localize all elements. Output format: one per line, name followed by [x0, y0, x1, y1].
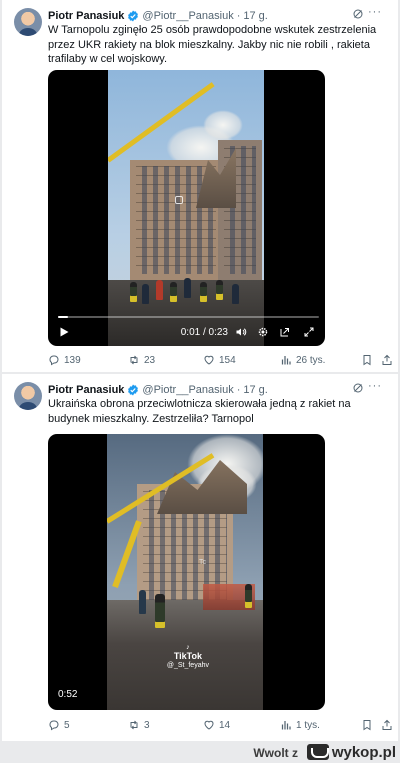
play-icon[interactable] [58, 326, 70, 338]
tweet-header: Piotr Panasiuk @Piotr__Panasiuk · 17 g. … [48, 6, 388, 24]
tiktok-brand: TikTok [173, 651, 203, 661]
bookmark-icon [363, 720, 371, 731]
tweet-text: W Tarnopolu zginęło 25 osób prawdopodobn… [48, 24, 377, 65]
share-button[interactable] [381, 354, 393, 366]
video-duration: 0:52 [58, 689, 78, 700]
heart-icon [204, 355, 214, 365]
wykop-site-name: wykop.pl [331, 743, 396, 761]
video-frame: Tc ♪ TikTok @_St_feyahv [107, 434, 263, 710]
tweet-text: Ukraińska obrona przeciwlotnicza skierow… [48, 398, 351, 425]
video-frame [108, 70, 264, 346]
tweet-header: Piotr Panasiuk @Piotr__Panasiuk · 17 g. … [48, 380, 388, 398]
tweet-actions: 5 3 14 1 tys. [48, 719, 392, 735]
bookmark-icon [363, 355, 371, 366]
views-chart-icon [281, 356, 291, 365]
views-button[interactable]: 1 tys. [280, 719, 320, 731]
username-text: Wwolt [253, 746, 289, 760]
video-player[interactable]: Tc ♪ TikTok @_St_feyahv 0:52 [48, 434, 325, 710]
tweet-2[interactable]: Piotr Panasiuk @Piotr__Panasiuk · 17 g. … [2, 374, 398, 741]
uploader-username: Wwolt z [253, 746, 298, 760]
timestamp[interactable]: 17 g. [243, 384, 267, 396]
like-button[interactable]: 14 [203, 719, 230, 731]
reply-button[interactable]: 139 [48, 354, 81, 366]
bookmark-button[interactable] [361, 354, 373, 366]
video-progress-bar[interactable] [58, 316, 319, 318]
more-options-icon[interactable]: ··· [368, 6, 382, 18]
wykop-logo[interactable]: wykop.pl [306, 743, 396, 761]
reply-count: 5 [64, 719, 70, 731]
repost-button[interactable]: 23 [128, 354, 155, 366]
views-chart-icon [281, 721, 291, 730]
tiktok-watermark: ♪ TikTok @_St_feyahv [167, 644, 209, 670]
timestamp[interactable]: 17 g. [243, 10, 267, 22]
avatar[interactable] [14, 382, 42, 410]
separator-dot: · [236, 384, 241, 396]
tweet-1[interactable]: Piotr Panasiuk @Piotr__Panasiuk · 17 g. … [2, 0, 398, 372]
repost-icon [130, 720, 138, 730]
share-icon [382, 719, 392, 730]
heart-icon [204, 720, 214, 730]
views-count: 26 tys. [296, 354, 326, 366]
author-name[interactable]: Piotr Panasiuk [48, 384, 124, 396]
author-handle[interactable]: @Piotr__Panasiuk [142, 384, 233, 396]
settings-gear-icon[interactable] [257, 326, 269, 338]
views-count: 1 tys. [296, 719, 320, 731]
reply-count: 139 [64, 354, 81, 366]
grok-icon[interactable] [352, 8, 364, 20]
views-button[interactable]: 26 tys. [280, 354, 325, 366]
video-controls: 0:01 / 0:23 [48, 314, 325, 346]
video-time: 0:01 / 0:23 [180, 327, 228, 338]
author-name[interactable]: Piotr Panasiuk [48, 10, 124, 22]
like-count: 14 [219, 719, 231, 731]
tweet-actions: 139 23 154 26 tys. [48, 354, 392, 370]
more-options-icon[interactable]: ··· [368, 380, 382, 392]
verified-badge-icon [128, 10, 139, 22]
repost-count: 3 [144, 719, 150, 731]
share-button[interactable] [381, 719, 393, 731]
tiktok-user: @_St_feyahv [166, 662, 209, 669]
fullscreen-icon[interactable] [303, 326, 315, 338]
reply-icon [49, 720, 59, 731]
author-handle[interactable]: @Piotr__Panasiuk [142, 10, 233, 22]
video-sticker: Tc [199, 559, 206, 566]
wykop-logo-icon [306, 744, 329, 760]
like-button[interactable]: 154 [203, 354, 236, 366]
repost-icon [130, 355, 138, 365]
video-watermark-icon [175, 196, 183, 204]
bookmark-button[interactable] [361, 719, 373, 731]
picture-in-picture-icon[interactable] [279, 326, 291, 338]
separator-dot: · [236, 10, 241, 22]
grok-icon[interactable] [352, 382, 364, 394]
by-text: z [292, 746, 298, 760]
video-player[interactable]: 0:01 / 0:23 [48, 70, 325, 346]
verified-badge-icon [128, 384, 139, 396]
reply-icon [49, 355, 59, 366]
share-icon [382, 354, 392, 365]
like-count: 154 [219, 354, 236, 366]
volume-icon[interactable] [235, 326, 247, 338]
reply-button[interactable]: 5 [48, 719, 70, 731]
wykop-footer: Wwolt z wykop.pl [0, 741, 400, 763]
repost-count: 23 [144, 354, 156, 366]
avatar[interactable] [14, 8, 42, 36]
repost-button[interactable]: 3 [128, 719, 150, 731]
